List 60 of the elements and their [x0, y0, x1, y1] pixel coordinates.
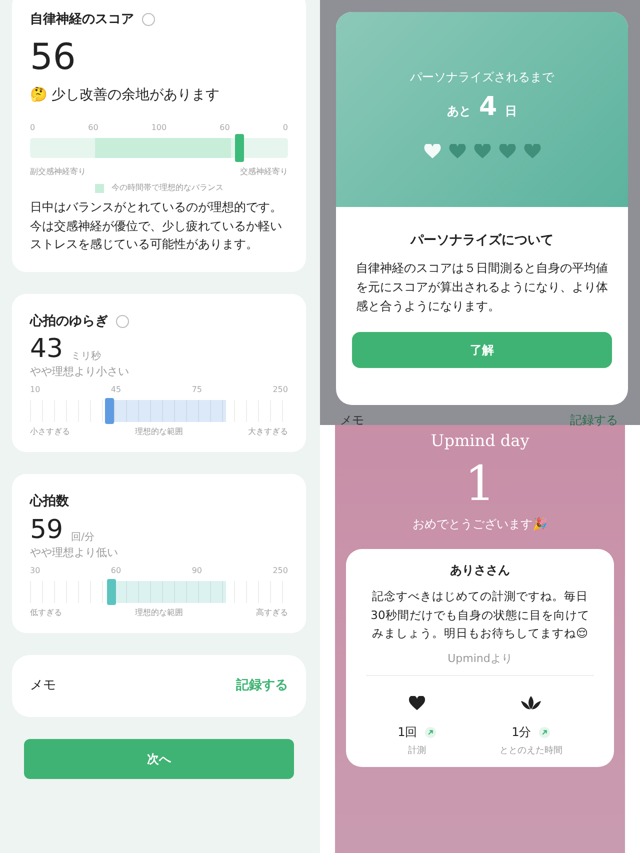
countdown-caption: パーソナライズされるまで — [410, 69, 554, 86]
congrats-text: おめでとうございます🎉 — [412, 516, 548, 534]
scale-label: 10 — [30, 384, 40, 396]
scale-label: 75 — [192, 384, 202, 396]
card-title: 心拍のゆらぎ — [30, 312, 108, 331]
card-title: 自律神経のスコア — [30, 11, 134, 29]
scale-label: 60 — [220, 122, 230, 134]
metric-value: 59 — [30, 516, 64, 545]
modal-body-text: 自律神経のスコアは５日間測ると自身の平均値を元にスコアが算出されるようになり、より体感と合うようになります。 — [356, 260, 608, 315]
metric-unit: ミリ秒 — [71, 350, 102, 364]
countdown-suffix: 日 — [505, 103, 518, 120]
stat-value: 1分 — [512, 724, 532, 742]
range-label: 高すぎる — [256, 607, 288, 620]
scale-label: 250 — [272, 384, 288, 396]
scale-label: 100 — [151, 122, 167, 134]
stat-label: ととのえた時間 — [499, 745, 562, 758]
card-title: 心拍数 — [30, 492, 69, 512]
scale-label: 30 — [30, 565, 40, 578]
legend-label: 今の時間帯で理想的なバランス — [112, 182, 224, 194]
next-button[interactable]: 次へ — [24, 739, 294, 780]
range-label: 大きすぎる — [248, 426, 288, 438]
heart-icon — [408, 696, 425, 712]
range-label: 理想的な範囲 — [135, 607, 183, 620]
record-link[interactable]: 記録する — [570, 411, 618, 429]
stat-value: 1回 — [398, 724, 418, 742]
description-text: 日中はバランスがとれているのが理想的です。 — [30, 199, 283, 216]
day-title: Upmind day — [430, 430, 530, 452]
score-value: 56 — [30, 38, 77, 78]
message-text: 記念すべきはじめての計測ですね。毎日30秒間だけでも自身の状態に目を向けてみましょう。明日もお待ちしてますね😌 — [370, 588, 590, 642]
scale-label: 45 — [110, 384, 122, 396]
stat-label: 計測 — [408, 745, 426, 758]
side-label: 副交感神経寄り — [30, 166, 86, 178]
record-link[interactable]: 記録する — [236, 676, 288, 696]
signature-text: Upmindより — [366, 650, 594, 676]
metric-value: 43 — [30, 335, 64, 364]
range-label: 理想的な範囲 — [135, 426, 183, 438]
modal-title: パーソナライズについて — [409, 232, 554, 250]
metric-unit: 回/分 — [71, 530, 94, 545]
scale-label: 0 — [282, 122, 288, 134]
recipient-name: ありささん — [449, 562, 511, 580]
memo-label: メモ — [340, 412, 364, 429]
scale-label: 60 — [110, 565, 122, 578]
scale-label: 90 — [192, 565, 202, 578]
lotus-icon — [520, 696, 541, 712]
countdown-days: 4 — [478, 94, 498, 120]
side-label: 交感神経寄り — [240, 166, 288, 178]
countdown-prefix: あと — [446, 103, 471, 120]
assessment-text: やや理想より低い — [30, 544, 119, 561]
range-label: 低すぎる — [30, 607, 62, 620]
assessment-text: やや理想より小さい — [30, 364, 130, 380]
day-number: 1 — [464, 455, 496, 514]
memo-label: メモ — [30, 677, 56, 696]
scale-label: 60 — [88, 122, 98, 134]
scale-label: 250 — [272, 565, 288, 578]
legend-swatch — [94, 184, 104, 193]
score-status: 🤔 少し改善の余地があります — [30, 86, 220, 106]
range-label: 小さすぎる — [30, 426, 70, 438]
ok-button[interactable]: 了解 — [352, 332, 612, 368]
description-text: 今は交感神経が優位で、少し疲れているか軽いストレスを感じている可能性があります。 — [30, 218, 283, 254]
scale-label: 0 — [30, 122, 36, 134]
